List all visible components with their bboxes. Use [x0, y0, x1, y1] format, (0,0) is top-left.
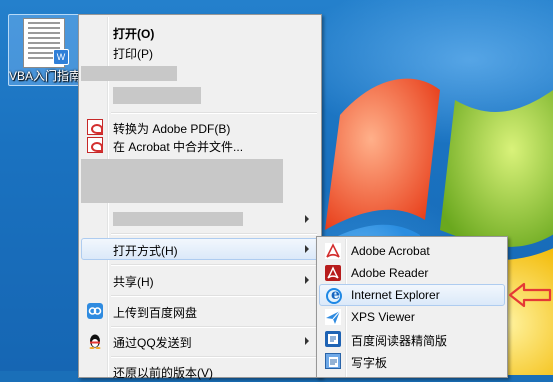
submenu-arrow-icon: [305, 337, 309, 345]
baidu-reader-icon: [325, 331, 341, 347]
submenu-arrow-icon: [305, 215, 309, 223]
baidu-netdisk-icon: [87, 303, 103, 319]
menu-item-print[interactable]: 打印(P): [81, 41, 319, 63]
submenu-item-adobe-reader[interactable]: Adobe Reader: [319, 262, 505, 284]
acrobat-merge-icon: [87, 137, 103, 153]
annotation-arrow-icon: [508, 282, 552, 308]
pdf-convert-icon: [87, 119, 103, 135]
menu-item-restore-versions[interactable]: 还原以前的版本(V): [81, 360, 319, 382]
submenu-item-baidu-reader[interactable]: 百度阅读器精简版: [319, 328, 505, 350]
menu-item-label: 共享(H): [113, 275, 154, 289]
submenu-item-label: 百度阅读器精简版: [351, 334, 448, 348]
menu-item-redacted-submenu[interactable]: [81, 208, 319, 230]
submenu-arrow-icon: [305, 276, 309, 284]
menu-separator: [111, 356, 317, 358]
submenu-item-wordpad[interactable]: 写字板: [319, 350, 505, 372]
menu-item-label: 上传到百度网盘: [113, 306, 198, 320]
submenu-item-label: 写字板: [351, 356, 388, 370]
submenu-item-xps-viewer[interactable]: XPS Viewer: [319, 306, 505, 328]
menu-separator: [111, 264, 317, 266]
qq-penguin-icon: [87, 333, 103, 349]
redacted-label: [113, 212, 243, 226]
menu-item-share[interactable]: 共享(H): [81, 269, 319, 291]
menu-item-acrobat-merge[interactable]: 在 Acrobat 中合并文件...: [81, 134, 319, 156]
menu-separator: [111, 326, 317, 328]
xps-viewer-icon: [325, 309, 341, 325]
desktop-file-icon[interactable]: W VBA入门指南: [8, 14, 82, 86]
submenu-item-label: Adobe Reader: [351, 266, 429, 280]
menu-item-open[interactable]: 打开(O): [81, 21, 319, 43]
redacted-item: [113, 87, 201, 104]
submenu-item-label: Adobe Acrobat: [351, 244, 430, 258]
open-with-submenu: Adobe Acrobat Adobe Reader Internet Expl…: [316, 236, 508, 378]
internet-explorer-icon: [326, 287, 342, 304]
document-badge-icon: W: [53, 49, 69, 65]
menu-item-label: 打开方式(H): [113, 244, 178, 258]
submenu-item-label: XPS Viewer: [351, 310, 415, 324]
submenu-item-label: Internet Explorer: [351, 288, 440, 302]
wordpad-icon: [325, 353, 341, 369]
menu-item-send-qq[interactable]: 通过QQ发送到: [81, 330, 319, 352]
menu-item-label: 在 Acrobat 中合并文件...: [113, 140, 244, 154]
menu-item-open-with[interactable]: 打开方式(H): [81, 238, 319, 260]
submenu-arrow-icon: [305, 245, 309, 253]
context-menu: 打开(O) 打印(P) 转换为 Adobe PDF(B) 在 Acrobat 中…: [78, 14, 322, 380]
menu-item-label: 还原以前的版本(V): [113, 366, 213, 380]
redacted-item: [81, 66, 177, 81]
menu-item-label: 通过QQ发送到: [113, 336, 192, 350]
menu-item-label: 打开(O): [113, 27, 155, 41]
desktop-file-label: VBA入门指南: [9, 69, 81, 83]
submenu-item-adobe-acrobat[interactable]: Adobe Acrobat: [319, 240, 505, 262]
adobe-acrobat-icon: [325, 243, 341, 259]
redacted-item: [81, 159, 283, 203]
menu-item-label: 打印(P): [113, 47, 153, 61]
submenu-item-internet-explorer[interactable]: Internet Explorer: [319, 284, 505, 306]
menu-separator: [111, 112, 317, 114]
adobe-reader-icon: [325, 265, 341, 281]
menu-separator: [111, 233, 317, 235]
menu-item-baidu-upload[interactable]: 上传到百度网盘: [81, 300, 319, 322]
menu-separator: [111, 295, 317, 297]
